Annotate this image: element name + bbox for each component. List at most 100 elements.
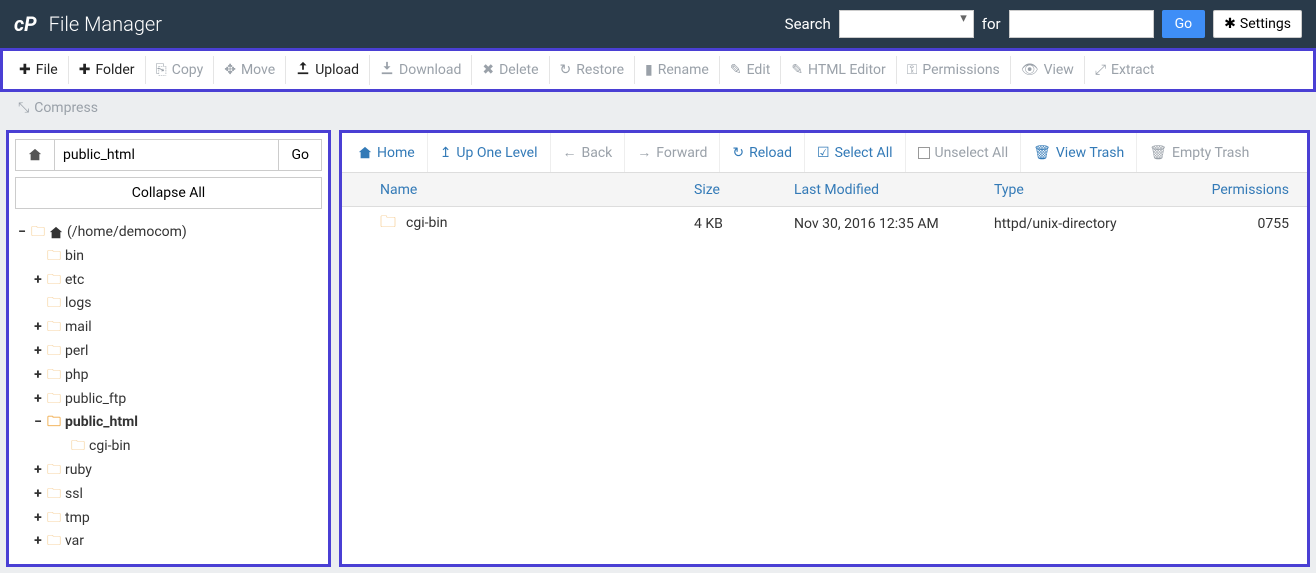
tree-node-php[interactable]: +🗀php bbox=[17, 364, 320, 388]
forward-icon: → bbox=[637, 144, 651, 161]
home-icon-button[interactable] bbox=[15, 139, 55, 171]
tree-root[interactable]: −🗀(/home/democom) bbox=[17, 221, 320, 245]
new-file-button[interactable]: ✚File bbox=[9, 56, 69, 84]
tree-node-bin[interactable]: 🗀bin bbox=[17, 245, 320, 269]
edit-button[interactable]: ✎Edit bbox=[720, 56, 781, 84]
pencil-icon: ✎ bbox=[730, 62, 742, 78]
col-modified[interactable]: Last Modified bbox=[794, 182, 994, 198]
table-header: Name Size Last Modified Type Permissions bbox=[342, 173, 1307, 207]
trash-icon: 🗑 bbox=[1033, 145, 1051, 161]
upload-button[interactable]: Upload bbox=[286, 55, 370, 85]
app-title: File Manager bbox=[49, 12, 162, 36]
upload-icon bbox=[296, 61, 310, 79]
table-body: 🗀cgi-bin4 KBNov 30, 2016 12:35 AMhttpd/u… bbox=[342, 207, 1307, 241]
move-icon: ✥ bbox=[224, 62, 236, 78]
folder-icon: 🗀 bbox=[47, 411, 61, 435]
delete-button[interactable]: ✖Delete bbox=[472, 56, 549, 84]
rename-button[interactable]: ▮Rename bbox=[635, 56, 720, 84]
search-input[interactable] bbox=[1009, 10, 1154, 38]
col-name[interactable]: Name bbox=[354, 182, 694, 198]
expand-icon: ⤢ bbox=[1095, 62, 1106, 78]
nav-back-button[interactable]: ←Back bbox=[551, 133, 626, 172]
restore-button[interactable]: ↻Restore bbox=[550, 56, 635, 84]
content-panel: Home ↥Up One Level ←Back →Forward ↻Reloa… bbox=[339, 130, 1310, 567]
folder-icon: 🗀 bbox=[380, 212, 396, 231]
nav-unselect-all-button[interactable]: Unselect All bbox=[906, 133, 1022, 172]
back-icon: ← bbox=[563, 144, 577, 161]
permissions-button[interactable]: ⚿Permissions bbox=[897, 56, 1011, 84]
view-button[interactable]: 👁View bbox=[1011, 56, 1085, 84]
folder-icon: 🗀 bbox=[47, 459, 61, 483]
move-button[interactable]: ✥Move bbox=[214, 56, 286, 84]
nav-view-trash-button[interactable]: 🗑View Trash bbox=[1021, 133, 1137, 172]
tree-node-etc[interactable]: +🗀etc bbox=[17, 269, 320, 293]
folder-icon: 🗀 bbox=[47, 364, 61, 388]
path-input[interactable] bbox=[55, 139, 279, 171]
folder-icon: 🗀 bbox=[47, 483, 61, 507]
tree-node-ssl[interactable]: +🗀ssl bbox=[17, 483, 320, 507]
nav-select-all-button[interactable]: ☑Select All bbox=[805, 133, 905, 172]
col-size[interactable]: Size bbox=[694, 182, 794, 198]
file-icon: ▮ bbox=[645, 62, 653, 78]
tree-node-var[interactable]: +🗀var bbox=[17, 530, 320, 554]
copy-icon: ⎘ bbox=[156, 62, 167, 78]
folder-icon: 🗀 bbox=[47, 316, 61, 340]
restore-icon: ↻ bbox=[560, 62, 572, 78]
folder-icon: 🗀 bbox=[47, 245, 61, 269]
col-type[interactable]: Type bbox=[994, 182, 1174, 198]
sidebar: Go Collapse All −🗀(/home/democom) 🗀bin+🗀… bbox=[6, 130, 331, 567]
reload-icon: ↻ bbox=[732, 145, 744, 161]
folder-icon: 🗀 bbox=[47, 340, 61, 364]
home-icon bbox=[49, 226, 63, 240]
folder-icon: 🗀 bbox=[47, 292, 61, 316]
download-button[interactable]: Download bbox=[370, 55, 472, 85]
cpanel-logo: cP bbox=[14, 12, 37, 36]
tree-node-public_ftp[interactable]: +🗀public_ftp bbox=[17, 388, 320, 412]
download-icon bbox=[380, 61, 394, 79]
checkbox-icon bbox=[918, 147, 930, 159]
search-scope-select[interactable]: All Your Files bbox=[839, 10, 974, 38]
nav-forward-button[interactable]: →Forward bbox=[625, 133, 720, 172]
nav-toolbar: Home ↥Up One Level ←Back →Forward ↻Reloa… bbox=[342, 133, 1307, 173]
app-header: cP File Manager Search All Your Files fo… bbox=[0, 0, 1316, 48]
tree-node-ruby[interactable]: +🗀ruby bbox=[17, 459, 320, 483]
html-editor-button[interactable]: ✎HTML Editor bbox=[781, 56, 896, 84]
folder-tree: −🗀(/home/democom) 🗀bin+🗀etc🗀logs+🗀mail+🗀… bbox=[15, 217, 322, 558]
gear-icon: ✱ bbox=[1224, 16, 1236, 32]
tree-node-public_html[interactable]: −🗀public_html bbox=[17, 411, 320, 435]
check-icon: ☑ bbox=[817, 145, 830, 161]
search-go-button[interactable]: Go bbox=[1162, 10, 1206, 38]
plus-icon: ✚ bbox=[79, 62, 91, 78]
tree-node-cgi-bin[interactable]: 🗀cgi-bin bbox=[17, 435, 320, 459]
up-icon: ↥ bbox=[440, 145, 452, 161]
folder-icon: 🗀 bbox=[31, 221, 45, 245]
collapse-all-button[interactable]: Collapse All bbox=[15, 177, 322, 209]
table-row[interactable]: 🗀cgi-bin4 KBNov 30, 2016 12:35 AMhttpd/u… bbox=[342, 207, 1307, 241]
compress-button[interactable]: ⤡Compress bbox=[10, 96, 106, 120]
tree-node-tmp[interactable]: +🗀tmp bbox=[17, 507, 320, 531]
col-permissions[interactable]: Permissions bbox=[1174, 182, 1295, 198]
nav-home-button[interactable]: Home bbox=[346, 133, 428, 172]
settings-button[interactable]: ✱ Settings bbox=[1213, 10, 1302, 38]
tree-node-mail[interactable]: +🗀mail bbox=[17, 316, 320, 340]
compress-icon: ⤡ bbox=[18, 100, 29, 116]
plus-icon: ✚ bbox=[19, 62, 31, 78]
nav-empty-trash-button[interactable]: 🗑Empty Trash bbox=[1137, 133, 1261, 172]
main-toolbar: ✚File ✚Folder ⎘Copy ✥Move Upload Downloa… bbox=[0, 48, 1316, 92]
nav-up-button[interactable]: ↥Up One Level bbox=[428, 133, 551, 172]
extract-button[interactable]: ⤢Extract bbox=[1085, 56, 1165, 84]
folder-icon: 🗀 bbox=[47, 388, 61, 412]
tree-node-logs[interactable]: 🗀logs bbox=[17, 292, 320, 316]
tree-node-perl[interactable]: +🗀perl bbox=[17, 340, 320, 364]
eye-icon: 👁 bbox=[1021, 62, 1039, 78]
folder-icon: 🗀 bbox=[47, 530, 61, 554]
copy-button[interactable]: ⎘Copy bbox=[146, 56, 215, 84]
x-icon: ✖ bbox=[482, 62, 494, 78]
new-folder-button[interactable]: ✚Folder bbox=[69, 56, 146, 84]
path-go-button[interactable]: Go bbox=[279, 139, 322, 171]
edit-icon: ✎ bbox=[791, 62, 803, 78]
trash-icon: 🗑 bbox=[1149, 145, 1167, 161]
home-icon bbox=[358, 146, 372, 160]
nav-reload-button[interactable]: ↻Reload bbox=[720, 133, 805, 172]
folder-icon: 🗀 bbox=[47, 507, 61, 531]
